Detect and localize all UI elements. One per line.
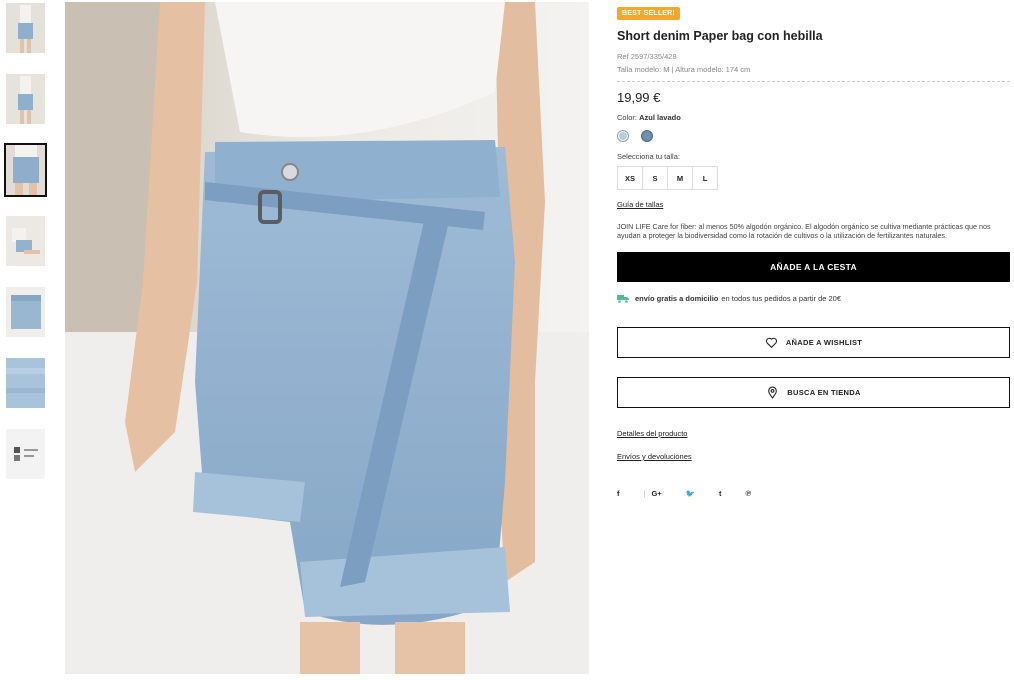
size-selector: XS S M L	[617, 166, 1010, 190]
shipping-returns-link[interactable]: Envíos y devoluciones	[617, 452, 1010, 461]
thumbnail-2[interactable]	[6, 74, 45, 124]
thumbnail-6[interactable]	[6, 358, 45, 408]
thumbnail-5[interactable]	[6, 287, 45, 337]
size-guide-link[interactable]: Guía de tallas	[617, 200, 663, 209]
shipping-rest: en todos tus pedidos a partir de 20€	[721, 294, 842, 303]
facebook-icon[interactable]: f	[617, 489, 620, 498]
thumbnail-1[interactable]	[6, 3, 45, 53]
color-swatch-medium[interactable]	[641, 130, 653, 142]
truck-icon	[617, 295, 629, 303]
size-option-m[interactable]: M	[667, 166, 693, 190]
size-label: Selecciona tu talla:	[617, 152, 680, 161]
product-title: Short denim Paper bag con hebilla	[617, 29, 823, 43]
thumbnail-strip	[4, 3, 47, 500]
divider	[617, 81, 1010, 82]
separator: |	[643, 489, 646, 498]
main-product-image[interactable]	[65, 2, 589, 674]
pinterest-icon[interactable]: ℗	[746, 489, 752, 498]
product-price: 19,99 €	[617, 90, 661, 105]
best-seller-badge: BEST SELLER!	[617, 7, 680, 20]
thumbnail-3[interactable]	[4, 143, 47, 197]
store-label: BUSCA EN TIENDA	[787, 388, 861, 397]
twitter-icon[interactable]: 🐦	[686, 489, 695, 498]
tumblr-icon[interactable]: t	[719, 489, 722, 498]
product-details-link[interactable]: Detalles del producto	[617, 429, 1010, 438]
thumbnail-4[interactable]	[6, 216, 45, 266]
color-swatch-light[interactable]	[617, 130, 629, 142]
wishlist-button[interactable]: AÑADE A WISHLIST	[617, 327, 1010, 358]
model-info: Talla modelo: M | Altura modelo: 174 cm	[617, 65, 751, 74]
info-links: Detalles del producto Envíos y devolucio…	[617, 429, 1010, 461]
color-value: Azul lavado	[639, 113, 681, 122]
color-label: Color: Azul lavado	[617, 113, 1010, 122]
shipping-info: envío gratis a domicilio en todos tus pe…	[617, 294, 1010, 303]
thumbnail-7[interactable]	[6, 429, 45, 479]
add-to-cart-button[interactable]: AÑADE A LA CESTA	[617, 252, 1010, 282]
find-in-store-button[interactable]: BUSCA EN TIENDA	[617, 377, 1010, 408]
product-description: JOIN LIFE Care for fiber: al menos 50% a…	[617, 222, 991, 240]
location-pin-icon	[768, 386, 778, 399]
color-label-text: Color:	[617, 113, 638, 122]
social-share: f | G+ 🐦 t ℗	[617, 489, 1010, 498]
product-panel: BEST SELLER! Short denim Paper bag con h…	[617, 2, 1010, 498]
product-ref: Ref 2597/335/428	[617, 52, 677, 61]
shipping-bold: envío gratis a domicilio	[635, 294, 719, 303]
size-option-xs[interactable]: XS	[617, 166, 643, 190]
size-option-l[interactable]: L	[692, 166, 718, 190]
google-plus-icon[interactable]: G+	[651, 489, 661, 498]
wishlist-label: AÑADE A WISHLIST	[785, 338, 863, 347]
color-swatches	[617, 130, 1010, 142]
size-option-s[interactable]: S	[642, 166, 668, 190]
heart-icon	[765, 337, 777, 348]
